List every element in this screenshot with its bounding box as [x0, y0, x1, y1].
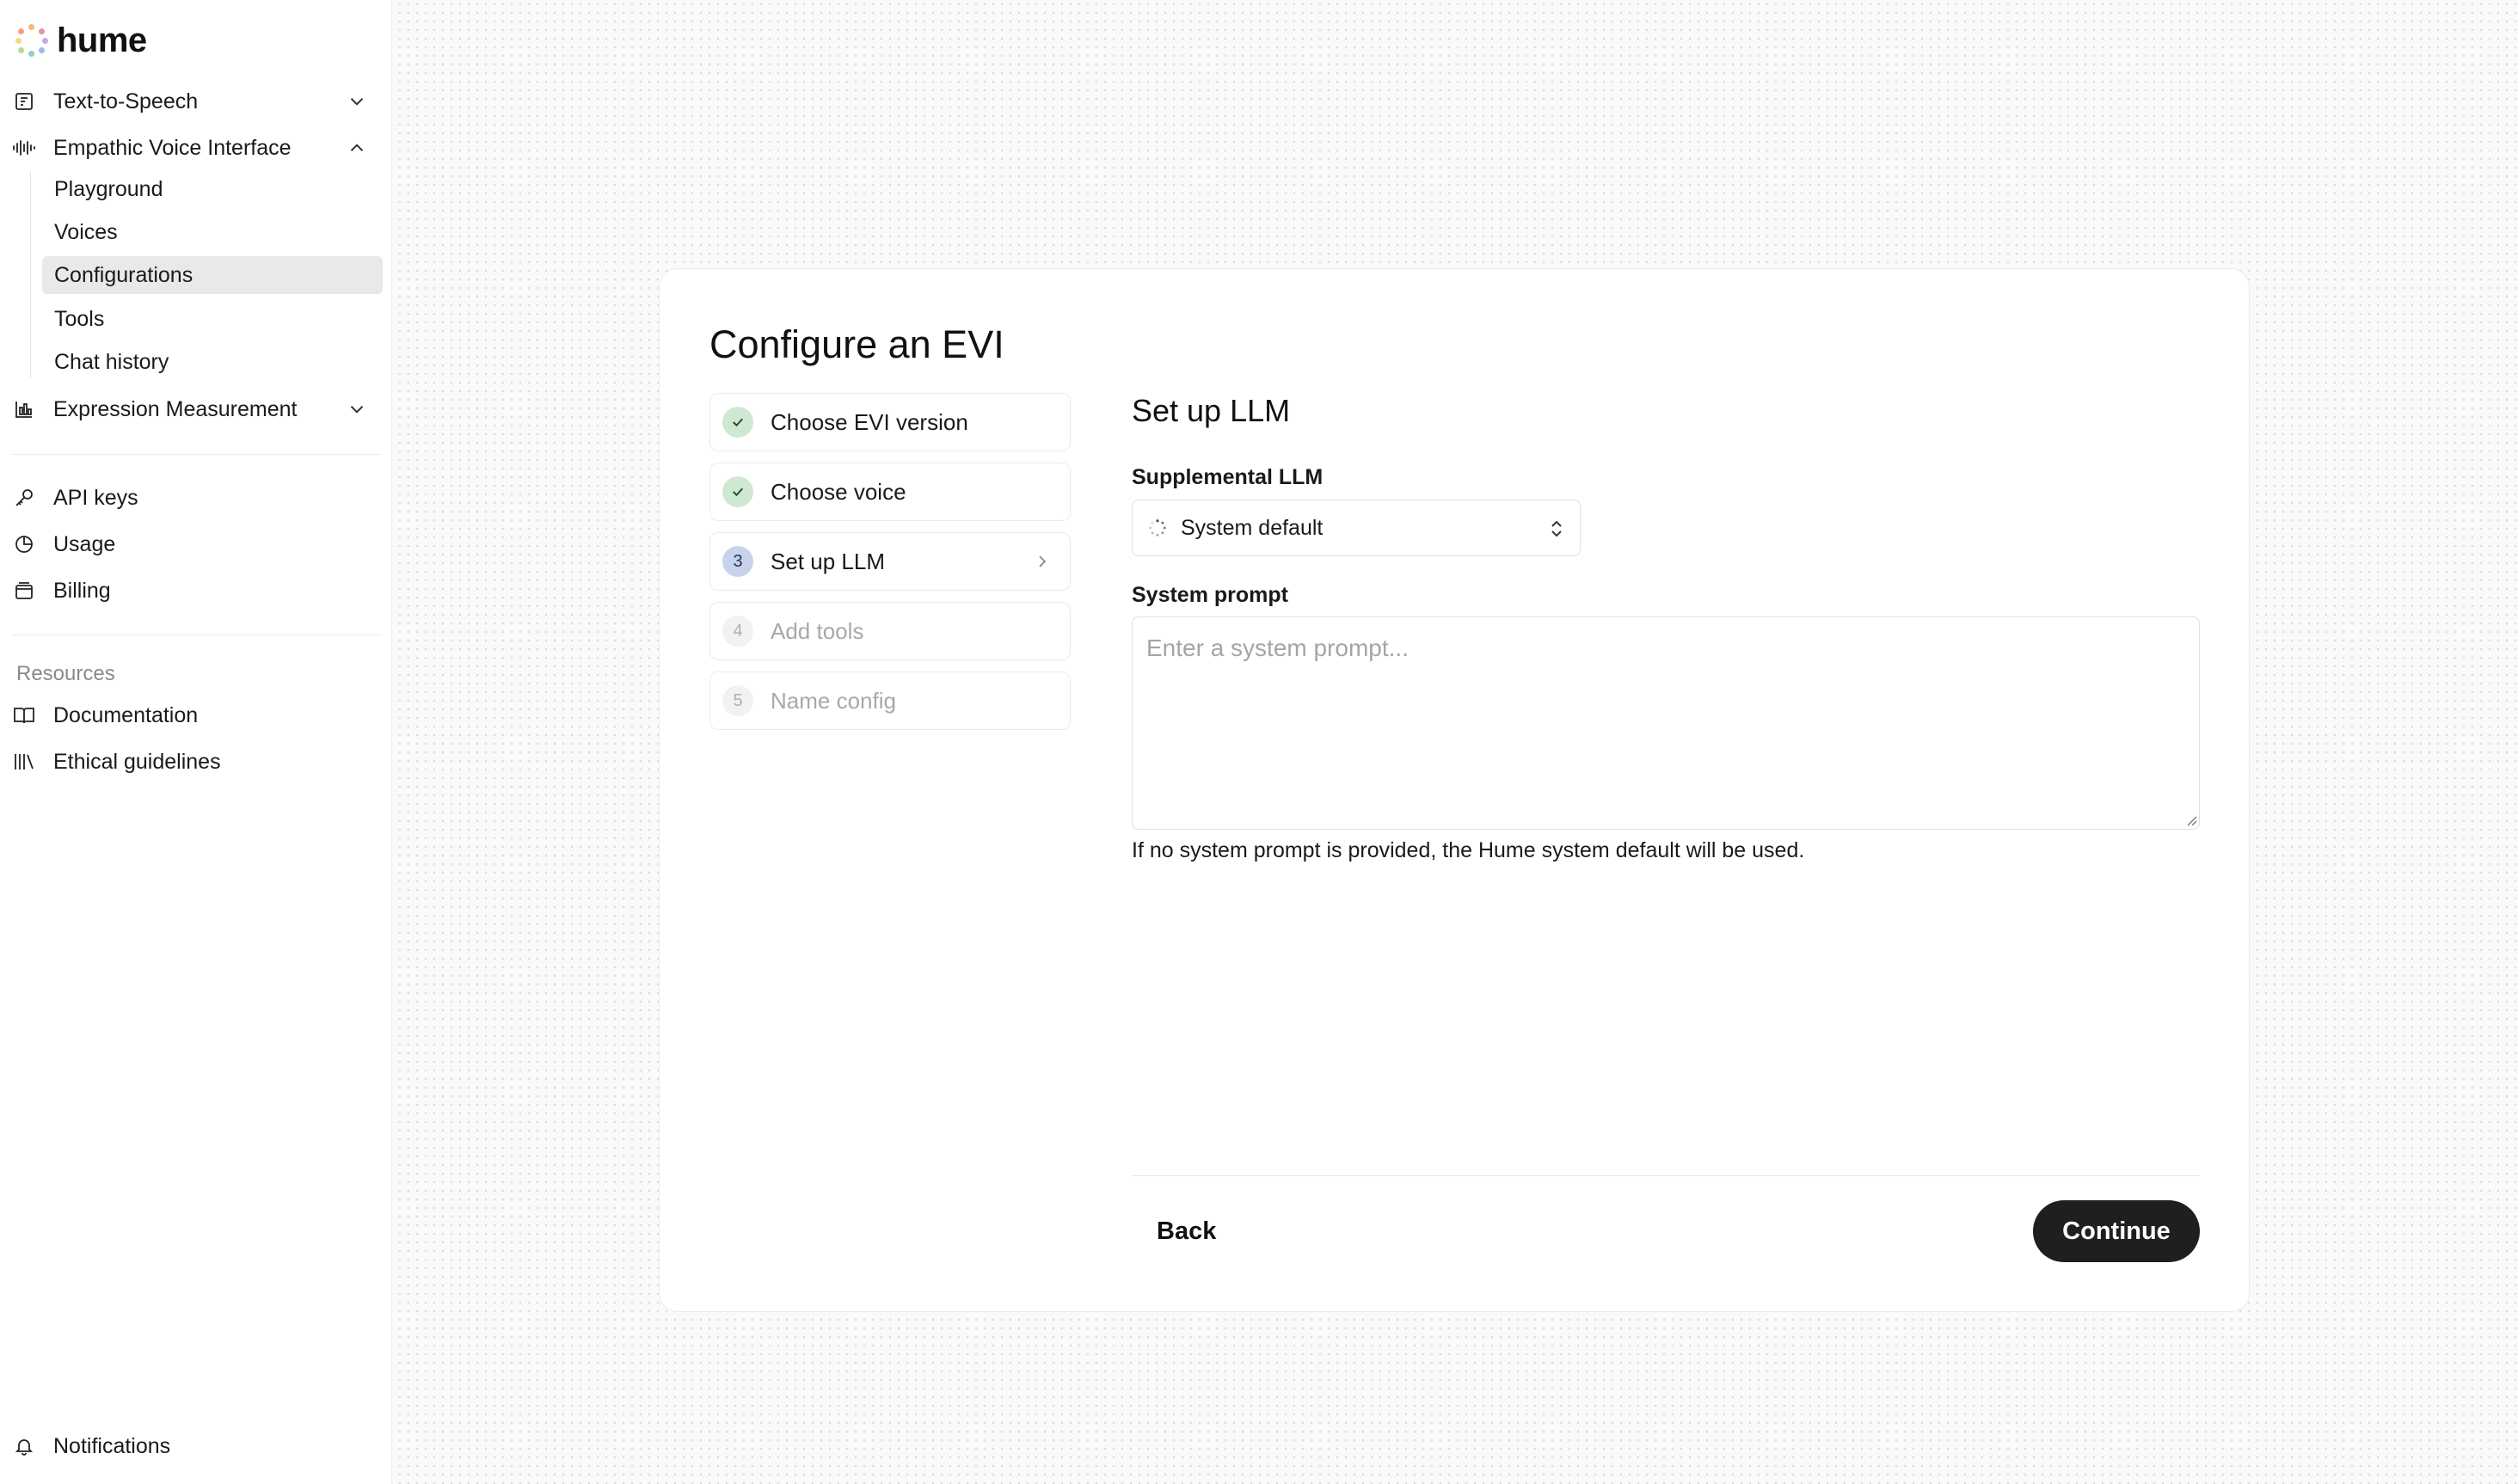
- bar-chart-icon: [12, 397, 36, 421]
- step-label: Name config: [771, 687, 896, 714]
- footer-divider: [1132, 1175, 2200, 1176]
- sidebar-item-evi[interactable]: Empathic Voice Interface: [12, 128, 382, 168]
- step-number-badge: 3: [722, 546, 753, 577]
- back-button[interactable]: Back: [1146, 1200, 1226, 1262]
- sidebar-item-ethical-guidelines[interactable]: Ethical guidelines: [12, 742, 382, 782]
- step-label: Choose EVI version: [771, 408, 968, 435]
- step-label: Add tools: [771, 617, 864, 644]
- sidebar-item-billing[interactable]: Billing: [12, 571, 382, 610]
- resources-heading: Resources: [16, 662, 115, 685]
- brand-name: hume: [57, 21, 147, 59]
- resize-handle-icon[interactable]: [2185, 814, 2197, 826]
- step-number-badge: 5: [722, 685, 753, 716]
- sidebar-divider: [12, 454, 382, 455]
- system-prompt-label: System prompt: [1132, 583, 1288, 607]
- bell-icon: [12, 1434, 36, 1458]
- step-add-tools: 4 Add tools: [709, 602, 1071, 660]
- check-icon: [722, 407, 753, 438]
- loading-spinner-icon: [1148, 518, 1167, 537]
- sidebar-subitem-tools[interactable]: Tools: [42, 300, 383, 338]
- sidebar-item-label: Empathic Voice Interface: [53, 135, 292, 160]
- sidebar-subitem-voices[interactable]: Voices: [42, 213, 383, 251]
- sidebar-item-label: API keys: [53, 485, 138, 510]
- sidebar-item-label: Documentation: [53, 702, 199, 727]
- supplemental-llm-label: Supplemental LLM: [1132, 465, 1323, 489]
- hume-logo[interactable]: hume: [15, 19, 147, 62]
- supplemental-llm-select[interactable]: System default: [1132, 500, 1581, 556]
- subnav-guide-line: [30, 172, 31, 378]
- section-title: Set up LLM: [1132, 393, 1291, 428]
- step-number-badge: 4: [722, 616, 753, 647]
- chevron-up-icon[interactable]: [346, 137, 368, 159]
- sidebar-item-label: Billing: [53, 578, 111, 603]
- sidebar-item-text-to-speech[interactable]: Text-to-Speech: [12, 82, 382, 121]
- step-set-up-llm[interactable]: 3 Set up LLM: [709, 532, 1071, 591]
- sidebar-item-notifications[interactable]: Notifications: [12, 1426, 382, 1466]
- sidebar-item-label: Ethical guidelines: [53, 749, 221, 774]
- sidebar-subitem-playground[interactable]: Playground: [42, 170, 383, 208]
- system-prompt-helper-text: If no system prompt is provided, the Hum…: [1132, 838, 1805, 862]
- pie-chart-icon: [12, 532, 36, 556]
- supplemental-llm-value: System default: [1181, 515, 1323, 540]
- sidebar-item-label: Usage: [53, 531, 116, 556]
- sidebar-item-label: Notifications: [53, 1433, 171, 1458]
- hume-logo-icon: [15, 24, 48, 57]
- sidebar-subitem-configurations[interactable]: Configurations: [42, 256, 383, 294]
- continue-button[interactable]: Continue: [2033, 1200, 2200, 1262]
- waveform-icon: [12, 136, 36, 160]
- chevron-down-icon[interactable]: [346, 398, 368, 420]
- configure-evi-card: Configure an EVI Choose EVI version Choo…: [659, 268, 2250, 1312]
- sidebar: hume Text-to-Speech Empathic Voice Inter…: [0, 0, 392, 1484]
- key-icon: [12, 486, 36, 510]
- chevron-down-icon[interactable]: [346, 90, 368, 113]
- sidebar-item-api-keys[interactable]: API keys: [12, 478, 382, 518]
- step-choose-voice[interactable]: Choose voice: [709, 463, 1071, 521]
- system-prompt-input[interactable]: [1132, 616, 2200, 830]
- library-icon: [12, 750, 36, 774]
- sidebar-subitem-chat-history[interactable]: Chat history: [42, 343, 383, 381]
- sidebar-item-usage[interactable]: Usage: [12, 524, 382, 564]
- updown-chevron-icon: [1551, 520, 1562, 537]
- check-icon: [722, 476, 753, 507]
- step-name-config: 5 Name config: [709, 671, 1071, 730]
- step-choose-evi-version[interactable]: Choose EVI version: [709, 393, 1071, 451]
- billing-icon: [12, 579, 36, 603]
- book-icon: [12, 703, 36, 727]
- tts-icon: [12, 89, 36, 113]
- page-title: Configure an EVI: [709, 322, 1004, 366]
- sidebar-item-documentation[interactable]: Documentation: [12, 696, 382, 735]
- sidebar-item-label: Expression Measurement: [53, 396, 298, 421]
- sidebar-item-expression-measurement[interactable]: Expression Measurement: [12, 389, 382, 429]
- sidebar-item-label: Text-to-Speech: [53, 89, 199, 113]
- chevron-right-icon: [1039, 555, 1047, 567]
- step-label: Choose voice: [771, 478, 906, 505]
- step-label: Set up LLM: [771, 548, 885, 574]
